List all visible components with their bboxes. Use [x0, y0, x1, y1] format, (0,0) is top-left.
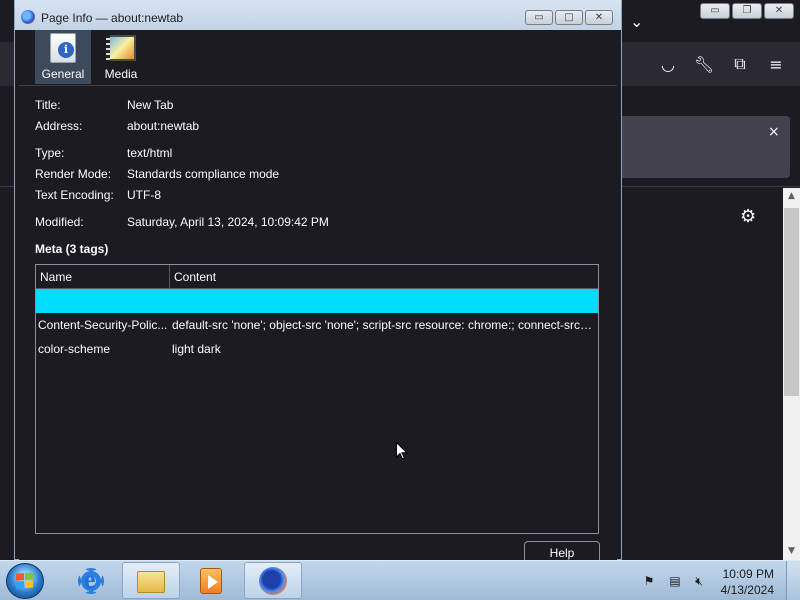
meta-content-cell	[172, 289, 592, 313]
divider	[19, 85, 617, 86]
pocket-icon[interactable]: ◡	[656, 52, 680, 76]
minimize-button[interactable]: ▭	[700, 3, 730, 19]
meta-content-cell: default-src 'none'; object-src 'none'; s…	[172, 318, 592, 332]
file-explorer-icon	[137, 567, 165, 595]
mouse-cursor-icon	[396, 442, 408, 460]
internet-explorer-icon	[77, 565, 105, 595]
title-value[interactable]: New Tab	[127, 98, 173, 112]
render-mode-value[interactable]: Standards compliance mode	[127, 167, 279, 181]
meta-name-cell: Content-Security-Polic...	[38, 318, 168, 332]
dialog-titlebar[interactable]: Page Info — about:newtab ▭ □ ✕	[15, 0, 621, 30]
taskbar-firefox[interactable]	[244, 562, 302, 599]
action-center-flag-icon[interactable]: ⚑	[642, 574, 656, 588]
close-button[interactable]: ✕	[585, 10, 613, 25]
taskbar-file-explorer[interactable]	[122, 562, 180, 599]
modified-label: Modified:	[35, 215, 84, 229]
table-row[interactable]: color-scheme light dark	[36, 337, 598, 361]
scroll-up-icon[interactable]: ▲	[783, 188, 800, 205]
wrench-icon[interactable]: 🔧︎	[692, 52, 716, 76]
close-button[interactable]: ✕	[764, 3, 794, 19]
media-player-icon	[197, 567, 225, 595]
extensions-icon[interactable]: ⧉	[728, 52, 752, 76]
table-row[interactable]: Content-Security-Polic... default-src 'n…	[36, 313, 598, 337]
title-label: Title:	[35, 98, 61, 112]
taskbar-media-player[interactable]	[182, 562, 240, 599]
vertical-scrollbar[interactable]: ▲ ▼	[783, 188, 800, 560]
meta-name-cell: color-scheme	[38, 342, 111, 356]
notification-bar	[600, 116, 790, 178]
menu-icon[interactable]: ≡	[764, 52, 788, 76]
tab-general-label: General	[41, 67, 85, 81]
maximize-button[interactable]: □	[555, 10, 583, 25]
meta-name-cell	[38, 289, 168, 313]
render-mode-label: Render Mode:	[35, 167, 112, 181]
taskbar-internet-explorer[interactable]	[62, 562, 120, 599]
meta-heading: Meta (3 tags)	[35, 242, 109, 256]
taskbar: ⚑ ▤ 🔇︎ 10:09 PM 4/13/2024	[0, 560, 800, 600]
dialog-caption-buttons: ▭ □ ✕	[525, 10, 613, 25]
list-all-tabs-icon[interactable]: ⌄	[630, 12, 650, 32]
meta-table[interactable]: Name Content Content-Security-Polic... d…	[35, 264, 599, 534]
text-encoding-label: Text Encoding:	[35, 188, 114, 202]
address-label: Address:	[35, 119, 83, 133]
scroll-down-icon[interactable]: ▼	[783, 543, 800, 560]
minimize-button[interactable]: ▭	[525, 10, 553, 25]
modified-value[interactable]: Saturday, April 13, 2024, 10:09:42 PM	[127, 215, 329, 229]
meta-table-header: Name Content	[36, 265, 598, 289]
tab-media[interactable]: Media	[93, 30, 149, 84]
info-document-icon: i	[48, 33, 78, 63]
film-image-icon	[106, 33, 136, 63]
type-label: Type:	[35, 146, 65, 160]
column-header-name[interactable]: Name	[36, 265, 170, 289]
window-caption-buttons: ▭ ❐ ✕	[700, 3, 794, 19]
restore-button[interactable]: ❐	[732, 3, 762, 19]
clock-date[interactable]: 4/13/2024	[704, 583, 774, 597]
clock-time[interactable]: 10:09 PM	[704, 567, 774, 581]
show-desktop-button[interactable]	[786, 561, 800, 600]
firefox-icon	[21, 10, 35, 24]
network-icon[interactable]: ▤	[668, 574, 682, 588]
dialog-title: Page Info — about:newtab	[41, 11, 184, 25]
close-icon[interactable]: ×	[768, 124, 780, 140]
page-info-dialog: Page Info — about:newtab ▭ □ ✕ i General…	[14, 0, 622, 565]
firefox-icon	[259, 566, 287, 595]
address-value[interactable]: about:newtab	[127, 119, 199, 133]
table-row-selected[interactable]	[36, 289, 598, 313]
gear-icon[interactable]: ⚙	[740, 206, 756, 227]
tab-general[interactable]: i General	[35, 30, 91, 84]
tab-media-label: Media	[104, 67, 138, 81]
scroll-thumb[interactable]	[784, 208, 799, 396]
column-header-content[interactable]: Content	[170, 265, 598, 289]
windows-logo-icon	[16, 572, 34, 590]
meta-content-cell: light dark	[172, 342, 221, 356]
text-encoding-value[interactable]: UTF-8	[127, 188, 161, 202]
dialog-body: i General Media Title: New Tab Address: …	[19, 30, 617, 565]
type-value[interactable]: text/html	[127, 146, 172, 160]
